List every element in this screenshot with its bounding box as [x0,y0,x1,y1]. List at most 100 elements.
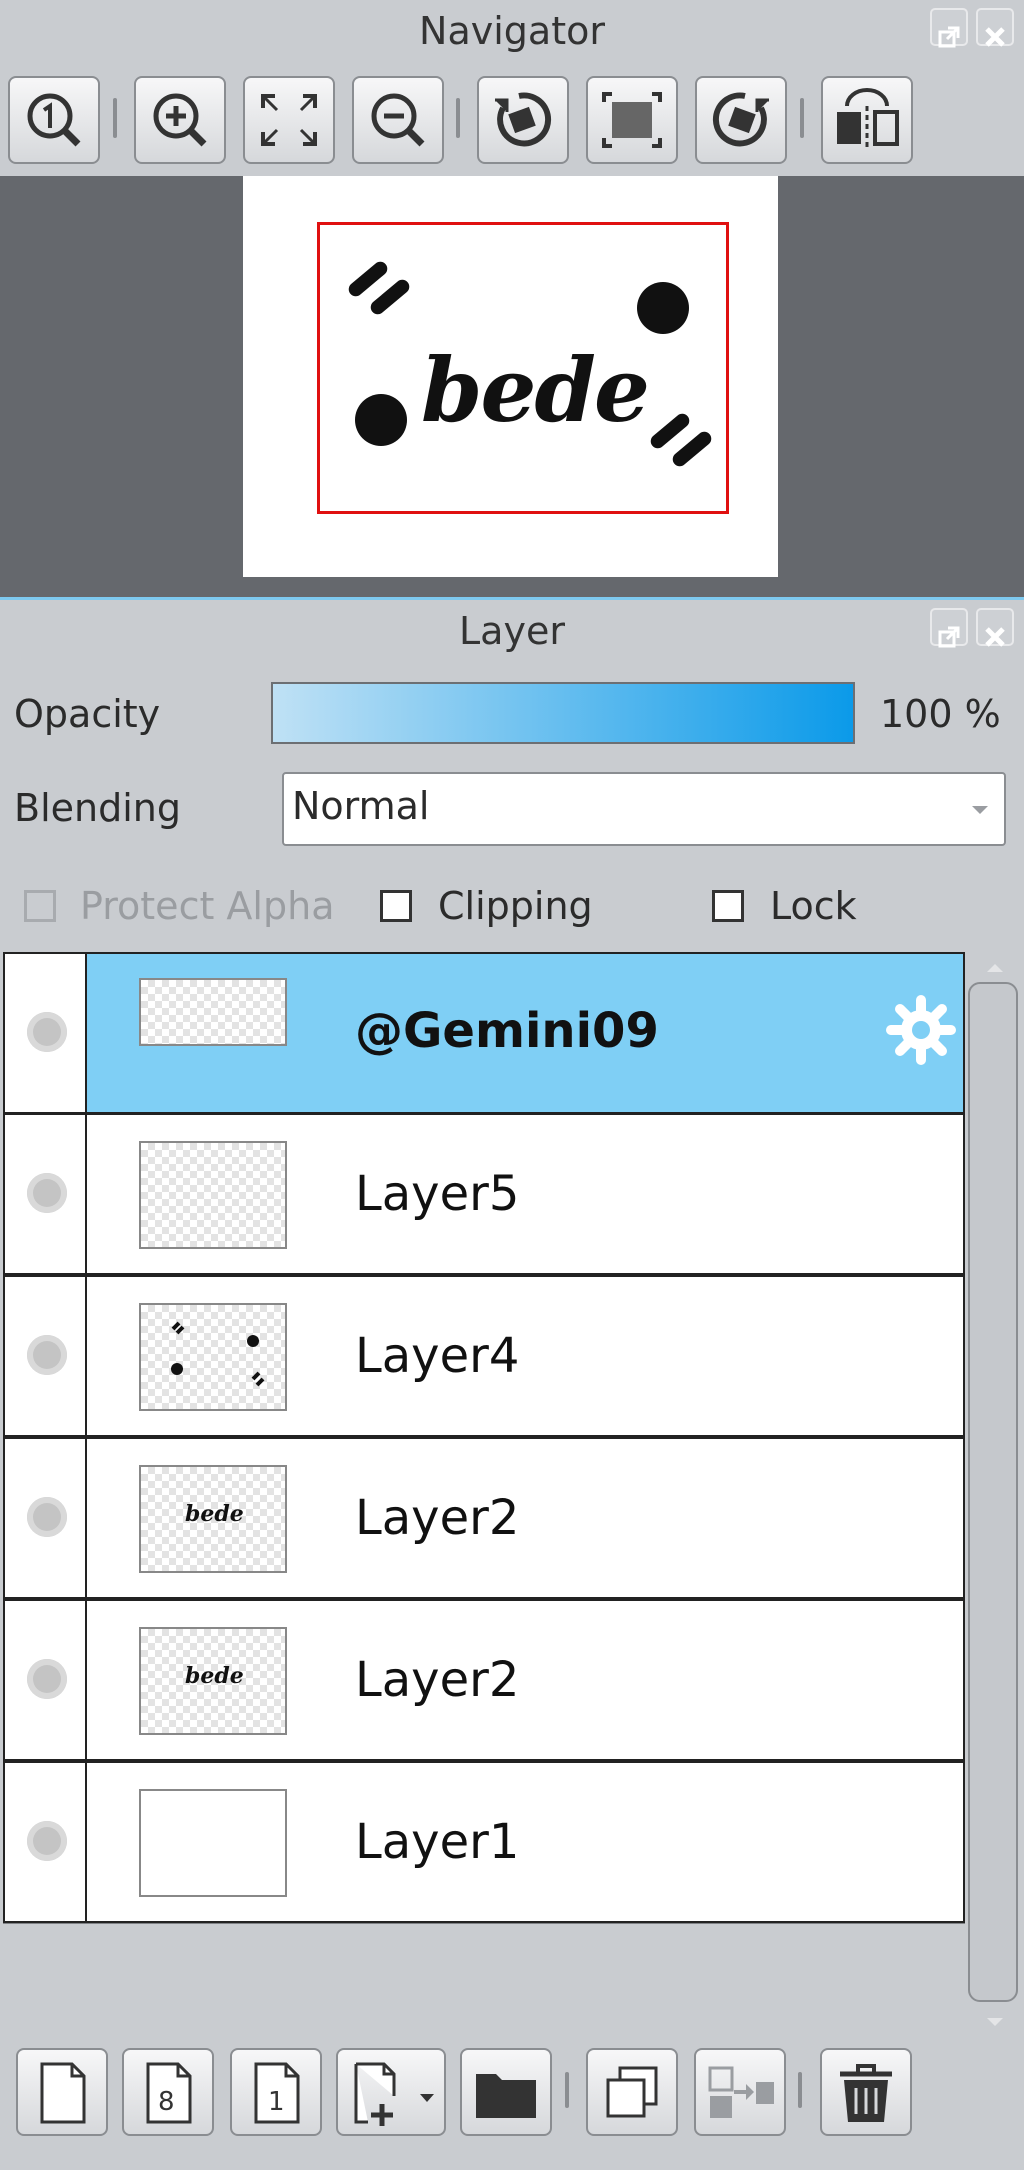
toolbar-separator [800,98,804,138]
new-folder-icon [476,2074,536,2118]
layer-list[interactable]: @Gemini09 Layer5 Layer4 bede Layer2 bede… [3,952,965,1924]
layer-name[interactable]: Layer4 [355,1277,519,1435]
toolbar-separator [798,2072,802,2108]
visibility-cell[interactable] [5,1763,87,1921]
opacity-label: Opacity [14,692,161,736]
rotate-right-icon [712,92,769,147]
layer-detach-button[interactable] [930,608,968,648]
merge-down-button[interactable] [694,2048,786,2136]
new-1bit-layer-icon: 1 [254,2062,300,2124]
visibility-cell[interactable] [5,1439,87,1597]
chevron-down-icon [972,806,988,814]
clipping-checkbox[interactable] [380,890,412,922]
svg-text:8: 8 [158,2087,175,2117]
visibility-toggle-icon[interactable] [27,1659,67,1699]
layer-name[interactable]: Layer2 [355,1439,519,1597]
scroll-up-arrow-icon[interactable] [985,962,1005,974]
duplicate-layer-icon [606,2066,658,2118]
clipping-label: Clipping [438,884,593,928]
rotate-right-button[interactable] [695,76,787,164]
layer-name[interactable]: @Gemini09 [355,954,659,1108]
navigator-title: Navigator [419,9,605,53]
visibility-toggle-icon[interactable] [27,1497,67,1537]
thumbnail-text: bede [185,1663,244,1689]
visibility-toggle-icon[interactable] [27,1335,67,1375]
layer-panel-title: Layer [459,609,565,653]
protect-alpha-label: Protect Alpha [80,884,335,928]
toolbar-separator [456,98,460,138]
layer-settings-gear-icon[interactable] [881,990,961,1070]
zoom-out-icon [371,93,425,147]
new-8bit-layer-button[interactable]: 8 [122,2048,214,2136]
close-icon [985,627,1005,647]
new-8bit-layer-icon: 8 [146,2062,192,2124]
reset-rotation-button[interactable] [586,76,678,164]
merge-down-icon [708,2066,774,2118]
fit-to-screen-button[interactable] [243,76,335,164]
visibility-toggle-icon[interactable] [27,1173,67,1213]
visibility-cell[interactable] [5,1277,87,1435]
blending-value: Normal [292,784,430,828]
layer-thumbnail [139,1303,287,1411]
visibility-toggle-icon[interactable] [27,1821,67,1861]
navigator-canvas-preview[interactable]: bede [243,176,778,577]
fit-to-screen-icon [261,94,317,146]
add-layer-menu-icon [354,2062,434,2126]
zoom-in-button[interactable] [134,76,226,164]
navigator-view-frame[interactable] [317,222,729,514]
rotate-left-button[interactable] [477,76,569,164]
layer-row[interactable]: bede Layer2 [3,1599,965,1761]
layer-thumbnail [139,1789,287,1897]
navigator-header: Navigator [0,0,1024,62]
layer-name[interactable]: Layer5 [355,1115,519,1273]
navigator-detach-button[interactable] [930,8,968,48]
rotate-left-icon [495,92,552,147]
zoom-actual-size-button[interactable] [8,76,100,164]
toolbar-separator [113,98,117,138]
detach-icon [938,26,960,48]
dots-thumbnail-icon [171,1321,265,1387]
layer-thumbnail: bede [139,1627,287,1735]
navigator-preview-area[interactable]: bede [0,176,1024,597]
duplicate-layer-button[interactable] [586,2048,678,2136]
add-layer-menu-button[interactable] [336,2048,446,2136]
close-icon [985,27,1005,47]
zoom-in-icon [153,93,207,147]
new-folder-button[interactable] [460,2048,552,2136]
protect-alpha-checkbox[interactable] [24,890,56,922]
scroll-down-arrow-icon[interactable] [985,2016,1005,2028]
zoom-out-button[interactable] [352,76,444,164]
layer-row[interactable]: @Gemini09 [3,952,965,1114]
visibility-cell[interactable] [5,954,87,1112]
layer-close-button[interactable] [976,608,1014,647]
layer-thumbnail [139,1141,287,1249]
layer-list-scrollbar[interactable] [965,952,1024,2032]
visibility-cell[interactable] [5,1601,87,1759]
layer-row[interactable]: Layer1 [3,1761,965,1923]
detach-icon [938,626,960,648]
new-1bit-layer-button[interactable]: 1 [230,2048,322,2136]
scrollbar-thumb[interactable] [968,982,1018,2002]
lock-checkbox[interactable] [712,890,744,922]
layer-row[interactable]: Layer5 [3,1113,965,1275]
layer-header: Layer [0,600,1024,662]
delete-layer-button[interactable] [820,2048,912,2136]
reset-rotation-icon [602,92,662,148]
new-layer-icon [40,2062,86,2124]
toolbar-separator [565,2072,569,2108]
layer-row[interactable]: bede Layer2 [3,1437,965,1599]
flip-horizontal-button[interactable] [821,76,913,164]
layer-thumbnail [139,978,287,1046]
layer-row[interactable]: Layer4 [3,1275,965,1437]
layer-name[interactable]: Layer1 [355,1763,519,1921]
visibility-cell[interactable] [5,1115,87,1273]
blending-dropdown[interactable]: Normal [282,772,1006,846]
layer-bottom-toolbar: 8 1 [0,2032,1024,2170]
visibility-toggle-icon[interactable] [27,1012,67,1052]
navigator-close-button[interactable] [976,8,1014,47]
thumbnail-text: bede [185,1501,244,1527]
opacity-slider[interactable] [271,682,855,744]
new-layer-button[interactable] [16,2048,108,2136]
layer-name[interactable]: Layer2 [355,1601,519,1759]
opacity-value: 100 % [880,692,1001,736]
